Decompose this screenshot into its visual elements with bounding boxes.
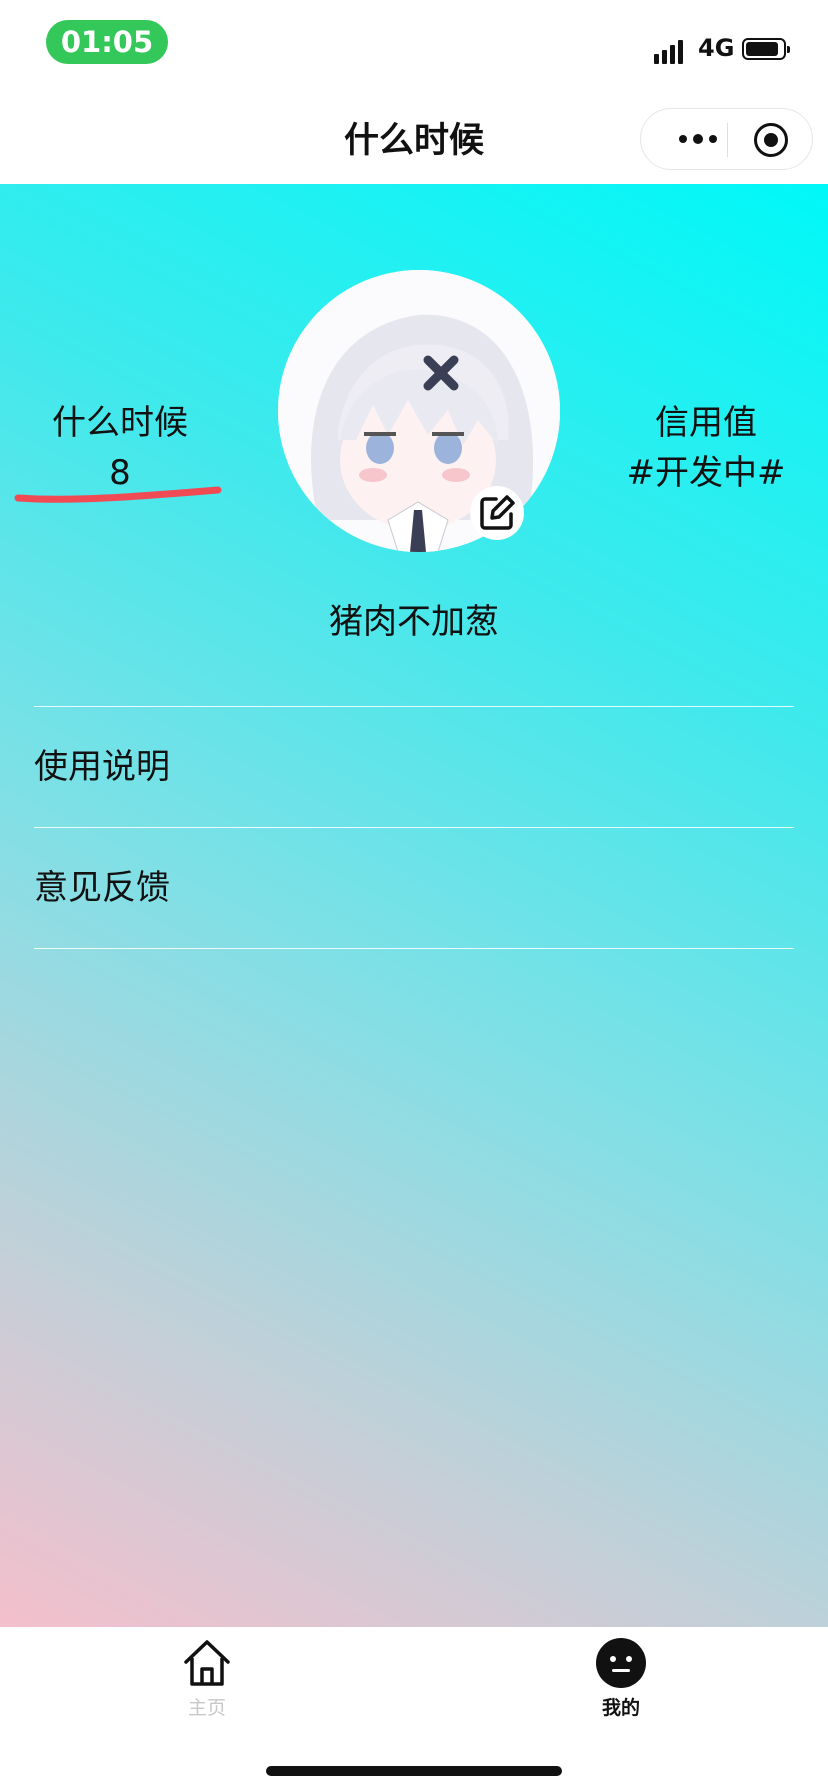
red-annotation-underline [14,486,222,503]
nav-bar: 什么时候 [0,90,828,184]
menu-item-feedback[interactable]: 意见反馈 [34,828,794,949]
profile-panel: 什么时候 8 信用值 #开发中# 猪肉不加葱 使用说明 意见反馈 [0,184,828,1627]
signal-icon [654,36,690,64]
close-target-icon[interactable] [754,123,788,157]
left-stat: 什么时候 8 [24,398,216,498]
menu-list: 使用说明 意见反馈 [34,706,794,949]
miniprogram-capsule [640,108,813,170]
right-stat: 信用值 #开发中# [620,398,792,498]
home-indicator [266,1766,562,1776]
edit-avatar-button[interactable] [470,486,524,540]
network-label: 4G [698,34,735,62]
more-icon[interactable] [667,109,727,169]
capsule-divider [727,123,728,157]
tab-mine-label: 我的 [601,1697,640,1719]
tab-mine[interactable]: 我的 [571,1637,671,1720]
status-time: 01:05 [46,20,168,64]
tab-home[interactable]: 主页 [157,1637,257,1720]
user-nickname: 猪肉不加葱 [329,602,499,642]
menu-item-instructions[interactable]: 使用说明 [34,707,794,828]
battery-icon [742,38,790,60]
left-stat-label: 什么时候 [52,403,188,443]
edit-icon [480,495,515,530]
status-bar: 01:05 4G [0,0,828,90]
tab-home-label: 主页 [187,1697,226,1719]
right-stat-label: 信用值 [655,403,757,443]
home-icon [184,1640,230,1686]
right-stat-value: #开发中# [626,453,786,493]
face-icon [596,1638,646,1688]
